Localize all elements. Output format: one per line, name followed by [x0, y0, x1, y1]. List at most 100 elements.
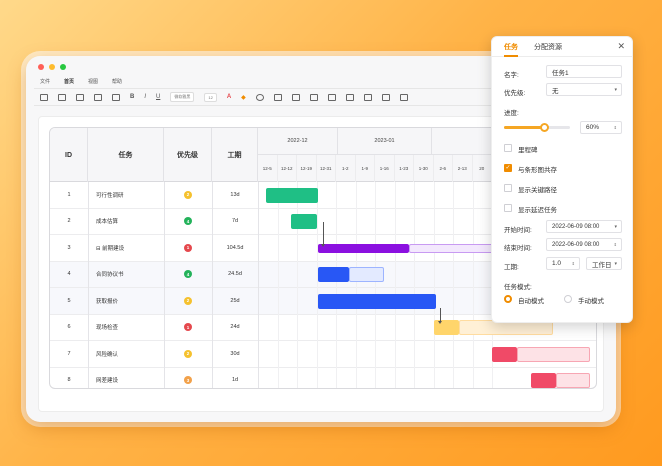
week-header: 12-5	[258, 155, 278, 182]
task-bar-remaining[interactable]	[556, 373, 590, 388]
fill-color-icon[interactable]: ◆	[241, 94, 246, 101]
format-painter-icon[interactable]	[112, 93, 120, 101]
priority-value: 无	[552, 87, 559, 95]
timeline-gridline	[472, 182, 474, 388]
priority-badge: 3	[184, 376, 192, 385]
tab-task[interactable]: 任务	[504, 42, 518, 52]
coexist-checkbox[interactable]: ✓	[504, 164, 512, 172]
chevron-down-icon: ▾	[614, 260, 617, 267]
underline-button[interactable]: U	[156, 94, 160, 100]
chevron-down-icon: ▾	[614, 223, 617, 230]
week-header: 2-13	[453, 155, 473, 182]
indent-icon[interactable]	[327, 93, 336, 101]
clock-icon[interactable]	[255, 93, 264, 101]
duration-stepper[interactable]: 1.0 ⇕	[546, 257, 580, 270]
stepper-arrows-icon[interactable]: ⇕	[614, 242, 617, 247]
progress-slider-track[interactable]	[504, 123, 570, 132]
timeline-gridline	[297, 182, 298, 388]
progress-slider-handle[interactable]	[539, 123, 549, 132]
row-id: 7	[67, 350, 71, 357]
priority-cell: 2	[164, 182, 212, 208]
menu-help[interactable]: 帮助	[112, 78, 122, 85]
bold-button[interactable]: B	[130, 94, 134, 100]
table-icon[interactable]	[309, 93, 318, 101]
task-bar[interactable]	[266, 187, 318, 203]
priority-cell: 2	[164, 288, 212, 314]
task-bar-remaining[interactable]	[517, 346, 590, 362]
font-family-select[interactable]: 微软雅黑	[170, 92, 195, 102]
task-bar-remaining[interactable]	[349, 267, 384, 283]
tab-assign-resource[interactable]: 分配资源	[534, 42, 562, 52]
week-header: 1-23	[395, 155, 414, 182]
menu-home[interactable]: 首页	[64, 78, 74, 85]
progress-stepper[interactable]: 60% ⇕	[580, 121, 622, 134]
row-task-name: 成本估算	[96, 219, 119, 226]
italic-button[interactable]: I	[144, 94, 146, 100]
active-tab-indicator	[504, 55, 518, 57]
end-time-label: 结束时间:	[504, 245, 532, 252]
import-icon[interactable]	[381, 93, 390, 101]
week-header: 12-12	[278, 155, 297, 182]
task-bar-progress[interactable]	[318, 267, 349, 283]
close-window-button[interactable]	[38, 64, 44, 70]
delayed-tasks-checkbox[interactable]	[504, 204, 512, 212]
export-icon[interactable]	[363, 93, 372, 101]
week-header: 1-2	[336, 155, 356, 182]
column-divider	[258, 182, 259, 388]
stepper-arrows-icon[interactable]: ⇕	[614, 125, 617, 130]
save-icon[interactable]	[40, 93, 48, 101]
arrowhead-icon	[438, 320, 442, 324]
priority-badge: 4	[184, 270, 192, 279]
timeline-gridline	[277, 182, 279, 388]
end-time-field[interactable]: 2022-06-09 08:00 ⇕	[546, 238, 622, 251]
edit-icon[interactable]	[291, 93, 300, 101]
start-time-field[interactable]: 2022-06-09 08:00 ▾	[546, 220, 622, 233]
stepper-arrows-icon[interactable]: ⇕	[572, 261, 575, 266]
task-bar[interactable]	[291, 214, 317, 230]
manual-mode-label: 手动模式	[578, 298, 604, 305]
milestone-checkbox[interactable]	[504, 144, 512, 152]
row-id: 3	[67, 244, 71, 251]
priority-badge: 2	[184, 190, 192, 199]
summary-bar-progress[interactable]	[318, 243, 409, 253]
row-id: 8	[67, 377, 71, 384]
coexist-label: 与条形图共存	[518, 167, 557, 174]
manual-mode-radio[interactable]	[564, 295, 572, 303]
header-id: ID	[50, 128, 88, 182]
menu-view[interactable]: 视图	[88, 78, 98, 85]
calendar-icon[interactable]	[273, 93, 282, 101]
minimize-window-button[interactable]	[49, 64, 55, 70]
name-field[interactable]: 任务1	[546, 65, 622, 78]
row-id: 5	[67, 297, 71, 304]
row-duration: 24d	[230, 324, 240, 331]
week-header: 1-30	[414, 155, 434, 182]
row-id: 4	[67, 271, 71, 278]
timeline-gridline	[375, 182, 376, 388]
row-duration: 1d	[231, 377, 239, 384]
copy-icon[interactable]	[58, 93, 66, 101]
font-size-select[interactable]: 12	[204, 92, 217, 102]
row-task-name: 获取报价	[96, 298, 119, 305]
task-bar-progress[interactable]	[531, 373, 556, 388]
font-color-icon[interactable]: A	[227, 94, 231, 100]
table-row[interactable]: 8 网差建设 3 1d	[50, 368, 596, 389]
week-header: 20	[473, 155, 492, 182]
cut-icon[interactable]	[94, 93, 102, 101]
auto-mode-radio[interactable]	[504, 295, 512, 303]
maximize-window-button[interactable]	[60, 64, 66, 70]
task-properties-panel: 任务 分配资源 ✕ 名字: 任务1 优先级: 无 ▾ 进度: 60% ⇕ 里程碑…	[491, 36, 633, 323]
paste-icon[interactable]	[76, 93, 84, 101]
duration-unit-select[interactable]: 工作日 ▾	[586, 257, 622, 270]
menu-file[interactable]: 文件	[40, 78, 50, 85]
critical-path-checkbox[interactable]	[504, 184, 512, 192]
priority-select[interactable]: 无 ▾	[546, 83, 622, 96]
row-id: 1	[67, 191, 71, 198]
task-bar-progress[interactable]	[492, 346, 517, 362]
link-icon[interactable]	[399, 93, 408, 101]
close-icon[interactable]: ✕	[617, 41, 625, 52]
task-bar[interactable]	[318, 293, 436, 309]
column-divider	[164, 182, 165, 388]
outdent-icon[interactable]	[345, 93, 354, 101]
priority-cell: 4	[164, 262, 212, 288]
priority-badge: 2	[184, 349, 192, 358]
